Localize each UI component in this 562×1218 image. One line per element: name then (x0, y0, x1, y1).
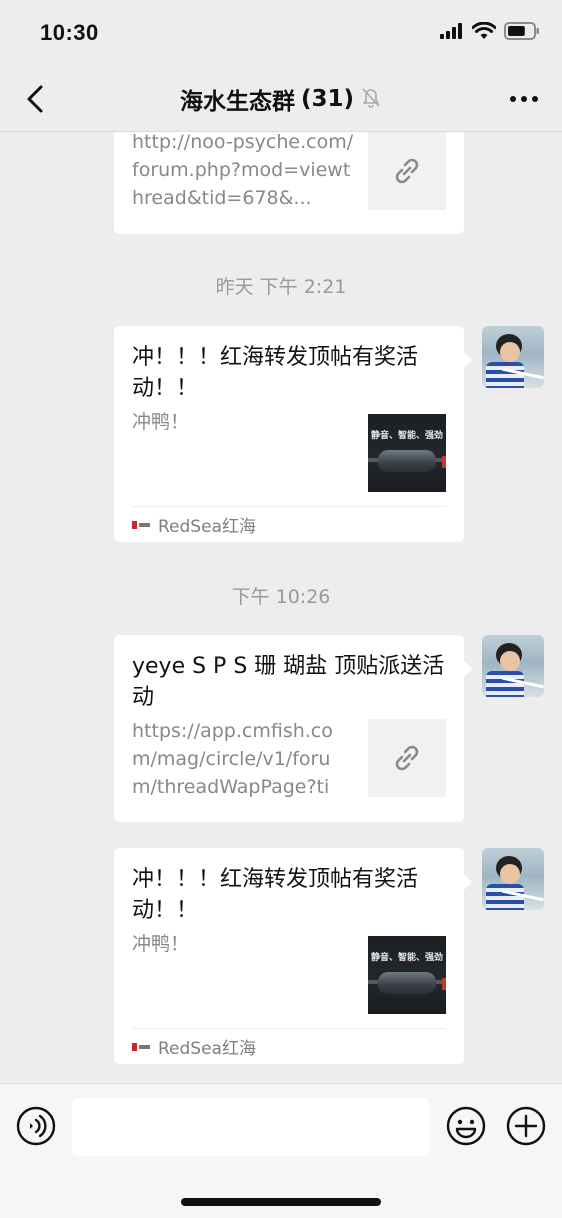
article-title: 冲！！！红海转发顶帖有奖活动！！ (132, 867, 419, 923)
more-functions-button[interactable] (506, 1106, 546, 1146)
member-count: (31) (300, 85, 355, 112)
status-icons (440, 21, 540, 44)
status-time: 10:30 (40, 20, 99, 45)
thumbnail-headline: 静音、智能、强劲 (370, 431, 443, 441)
redsea-logo-icon (132, 1042, 150, 1052)
status-bar: 10:30 (0, 0, 562, 66)
emoji-icon (446, 1106, 486, 1146)
muted-bell-icon (360, 86, 382, 112)
sender-avatar[interactable] (482, 326, 544, 388)
link-message-card[interactable]: http://noo-psyche.com/forum.php?mod=view… (114, 132, 464, 234)
chevron-left-icon (27, 85, 43, 113)
voice-icon (16, 1106, 56, 1146)
bubble-tail (464, 352, 472, 368)
article-description: 冲鸭！ (132, 411, 190, 433)
message-list[interactable]: http://noo-psyche.com/forum.php?mod=view… (0, 132, 562, 1083)
link-thumbnail (368, 719, 446, 797)
voice-input-button[interactable] (16, 1106, 56, 1146)
group-name: 海水生态群 (179, 88, 295, 115)
wifi-icon (471, 21, 497, 44)
thumbnail-headline: 静音、智能、强劲 (370, 953, 443, 963)
message-input[interactable] (72, 1098, 430, 1156)
bubble-tail (464, 874, 472, 890)
link-title: yeye S P S 珊 瑚盐 顶贴派送活动 (132, 654, 445, 710)
chat-title: 海水生态群 (31) (180, 82, 382, 116)
home-indicator[interactable] (181, 1198, 381, 1206)
redsea-logo-icon (132, 520, 150, 530)
link-thumbnail (368, 132, 446, 210)
plus-icon (506, 1106, 546, 1146)
article-source: RedSea红海 (132, 1028, 446, 1064)
emoji-button[interactable] (446, 1106, 486, 1146)
chat-header: 海水生态群 (31) (0, 66, 562, 132)
source-name: RedSea红海 (158, 517, 256, 537)
more-options-button[interactable] (504, 82, 544, 116)
link-icon (395, 158, 419, 184)
link-url: http://noo-psyche.com/forum.php?mod=view… (132, 132, 354, 209)
article-source: RedSea红海 (132, 506, 446, 542)
article-message-card[interactable]: 冲！！！红海转发顶帖有奖活动！！ 冲鸭！ 静音、智能、强劲 RedSea红海 (114, 848, 472, 1064)
source-name: RedSea红海 (158, 1039, 256, 1059)
link-message-card[interactable]: yeye S P S 珊 瑚盐 顶贴派送活动 https://app.cmfis… (114, 635, 472, 822)
link-url: https://app.cmfish.com/mag/circle/v1/for… (132, 720, 333, 798)
article-thumbnail: 静音、智能、强劲 (368, 936, 446, 1014)
bubble-tail (464, 661, 472, 677)
timestamp-divider: 昨天 下午 2:21 (215, 276, 347, 298)
cellular-signal-icon (440, 23, 464, 43)
article-title: 冲！！！红海转发顶帖有奖活动！！ (132, 345, 419, 401)
sender-avatar[interactable] (482, 848, 544, 910)
battery-icon (504, 22, 540, 44)
more-dots-icon (510, 96, 538, 102)
link-icon (395, 745, 419, 771)
article-thumbnail: 静音、智能、强劲 (368, 414, 446, 492)
article-message-card[interactable]: 冲！！！红海转发顶帖有奖活动！！ 冲鸭！ 静音、智能、强劲 RedSea红海 (114, 326, 472, 542)
sender-avatar[interactable] (482, 635, 544, 697)
timestamp-divider: 下午 10:26 (231, 586, 331, 608)
article-description: 冲鸭！ (132, 933, 190, 955)
back-button[interactable] (18, 82, 52, 116)
